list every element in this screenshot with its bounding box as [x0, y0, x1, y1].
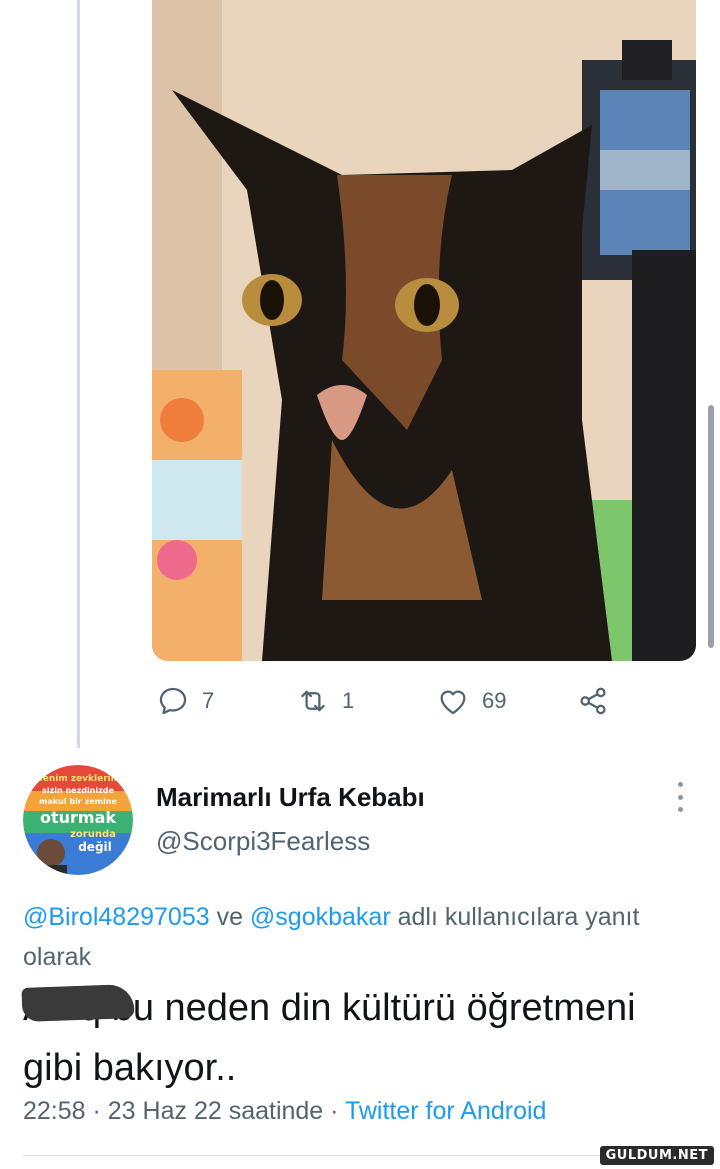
thread-connector-line — [77, 0, 80, 748]
tweet-time[interactable]: 22:58 — [23, 1097, 86, 1125]
retweet-button[interactable]: 1 — [296, 680, 354, 722]
watermark-logo: GULDUM.NET — [599, 1146, 714, 1165]
meta-separator: · — [85, 1097, 108, 1125]
more-dot-icon — [677, 807, 683, 812]
replying-to-connector: ve — [209, 903, 250, 931]
share-button[interactable] — [576, 680, 610, 722]
replying-to-context: @Birol48297053 ve @sgokbakar adlı kullan… — [23, 897, 703, 977]
reply-button[interactable]: 7 — [156, 680, 214, 722]
censor-scribble — [21, 984, 135, 1022]
author-display-name[interactable]: Marimarlı Urfa Kebabı — [156, 782, 425, 813]
more-dot-icon — [677, 782, 683, 787]
tweet-date[interactable]: 23 Haz 22 saatinde — [108, 1097, 323, 1125]
like-button[interactable]: 69 — [436, 680, 506, 722]
scrollbar-thumb[interactable] — [708, 405, 714, 648]
avatar-text-line4: oturmak — [40, 808, 116, 827]
avatar-text-line5: zorunda — [70, 829, 116, 840]
retweet-count: 1 — [342, 688, 355, 713]
mention-link-sgokbakar[interactable]: @sgokbakar — [250, 903, 391, 931]
avatar-text-line1: Benim zevklerim — [36, 774, 120, 784]
tweet-action-bar: 7 1 69 — [0, 680, 720, 722]
meta-separator: · — [323, 1097, 345, 1125]
tweet-image-cat[interactable] — [152, 0, 696, 661]
avatar-text-line2: sizin nezdinizde — [42, 786, 114, 795]
more-dot-icon — [677, 794, 683, 800]
avatar-text-line3: makul bir zemine — [39, 797, 117, 806]
tweet-source-link[interactable]: Twitter for Android — [345, 1097, 546, 1125]
heart-icon — [440, 690, 466, 715]
retweet-icon — [301, 690, 325, 712]
like-count: 69 — [482, 688, 507, 713]
tweet-metadata: 22:58 · 23 Haz 22 saatinde · Twitter for… — [23, 1097, 546, 1126]
reply-icon — [159, 687, 187, 715]
more-options-button[interactable] — [668, 782, 692, 812]
avatar[interactable]: Benim zevklerim sizin nezdinizde makul b… — [23, 765, 133, 875]
avatar-text-line6: değil — [78, 840, 112, 854]
reply-count: 7 — [202, 688, 215, 713]
author-handle[interactable]: @Scorpi3Fearless — [156, 826, 370, 857]
share-icon — [580, 687, 606, 715]
mention-link-birol[interactable]: @Birol48297053 — [23, 903, 210, 931]
